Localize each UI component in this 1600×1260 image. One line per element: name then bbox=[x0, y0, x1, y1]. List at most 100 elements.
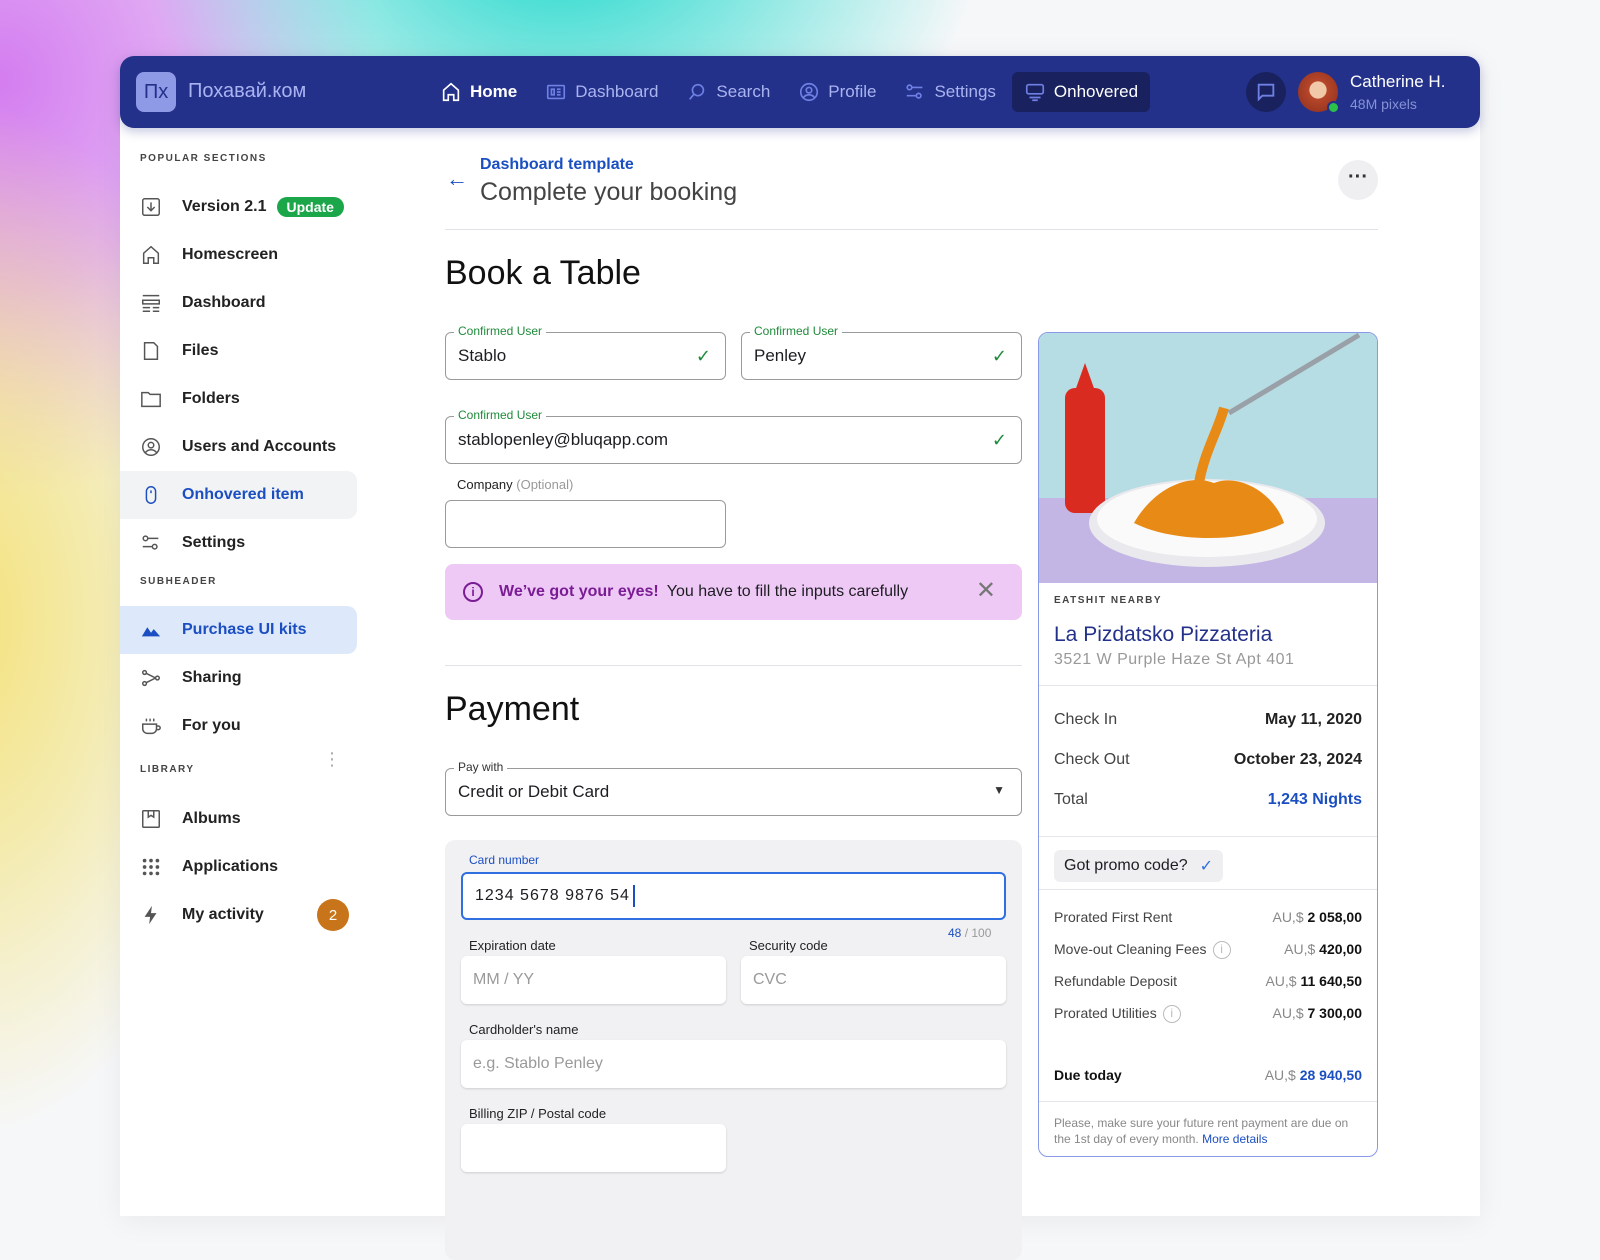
security-code-input[interactable]: CVC bbox=[741, 956, 1006, 1004]
sidebar-item-settings[interactable]: Settings bbox=[120, 519, 357, 567]
activity-count-badge: 2 bbox=[317, 899, 349, 931]
main-nav: Home Dashboard Search Profile Settings O… bbox=[428, 72, 1151, 112]
field-label: Confirmed User bbox=[454, 324, 547, 338]
fee-amount: 7 300,00 bbox=[1307, 1005, 1363, 1021]
home-icon bbox=[142, 245, 160, 264]
divider bbox=[445, 665, 1022, 666]
sidebar-item-files[interactable]: Files bbox=[120, 327, 357, 375]
first-name-field[interactable]: Confirmed User Stablo ✓ bbox=[445, 324, 726, 380]
user-circle-icon bbox=[142, 438, 160, 456]
monitor-icon bbox=[1025, 83, 1044, 102]
expiration-input[interactable]: MM / YY bbox=[461, 956, 726, 1004]
update-badge[interactable]: Update bbox=[276, 197, 344, 217]
sidebar-item-label: Applications bbox=[182, 858, 279, 875]
mouse-icon bbox=[145, 486, 157, 504]
divider bbox=[1039, 1101, 1377, 1102]
info-alert: i We’ve got your eyes! You have to fill … bbox=[445, 564, 1022, 620]
check-in-row: Check In May 11, 2020 bbox=[1054, 711, 1362, 729]
field-value: 1234 5678 9876 54 bbox=[475, 887, 630, 904]
alert-title: We’ve got your eyes! bbox=[499, 583, 659, 600]
sidebar-item-homescreen[interactable]: Homescreen bbox=[120, 231, 357, 279]
sidebar-item-for-you[interactable]: For you bbox=[120, 702, 357, 750]
check-icon: ✓ bbox=[991, 346, 1007, 366]
card-number-label: Card number bbox=[469, 853, 540, 867]
sidebar-item-sharing[interactable]: Sharing bbox=[120, 654, 357, 702]
field-label: Pay with bbox=[454, 760, 508, 774]
library-more-icon[interactable]: ⋮ bbox=[323, 750, 341, 768]
restaurant-address: 3521 W Purple Haze St Apt 401 bbox=[1054, 651, 1295, 668]
fee-row: Prorated Utilities i AU,$ 7 300,00 bbox=[1054, 1005, 1363, 1024]
info-icon[interactable]: i bbox=[1162, 1005, 1181, 1024]
cardholder-label: Cardholder's name bbox=[469, 1022, 579, 1037]
nav-search[interactable]: Search bbox=[674, 72, 782, 112]
chat-button[interactable] bbox=[1246, 72, 1286, 112]
fee-currency: AU,$ bbox=[1265, 973, 1297, 989]
zip-input[interactable] bbox=[461, 1124, 726, 1172]
field-value: stablopenley@bluqapp.com bbox=[458, 430, 669, 449]
file-icon bbox=[143, 342, 159, 360]
sidebar-item-label: Onhovered item bbox=[182, 486, 304, 503]
nav-label: Settings bbox=[934, 82, 996, 101]
promo-code-chip[interactable]: Got promo code? ✓ bbox=[1054, 850, 1224, 882]
due-today-row: Due today AU,$ 28 940,50 bbox=[1054, 1067, 1362, 1083]
fee-amount: 420,00 bbox=[1319, 941, 1362, 957]
nav-home[interactable]: Home bbox=[428, 72, 529, 112]
last-name-field[interactable]: Confirmed User Penley ✓ bbox=[741, 324, 1022, 380]
sidebar-item-users[interactable]: Users and Accounts bbox=[120, 423, 357, 471]
online-status-dot bbox=[1327, 101, 1340, 114]
section-title: POPULAR SECTIONS bbox=[140, 153, 267, 164]
cardholder-input[interactable]: e.g. Stablo Penley bbox=[461, 1040, 1006, 1088]
pay-with-select[interactable]: Pay with Credit or Debit Card ▼ bbox=[445, 760, 1022, 816]
sidebar-item-label: Users and Accounts bbox=[182, 438, 337, 455]
row-label: Check Out bbox=[1054, 751, 1130, 768]
total-row: Total 1,243 Nights bbox=[1054, 791, 1362, 809]
sidebar-item-label: Version 2.1 bbox=[182, 198, 267, 215]
restaurant-name[interactable]: La Pizdatsko Pizzateria bbox=[1054, 623, 1272, 647]
check-icon: ✓ bbox=[695, 346, 711, 366]
avatar[interactable] bbox=[1298, 72, 1340, 114]
nav-label: Search bbox=[716, 82, 771, 101]
nav-label: Dashboard bbox=[575, 82, 659, 101]
more-details-link[interactable]: More details bbox=[1202, 1132, 1267, 1146]
nav-settings[interactable]: Settings bbox=[892, 72, 1007, 112]
sidebar-item-applications[interactable]: Applications bbox=[120, 843, 357, 891]
fee-row: Move-out Cleaning Fees i AU,$ 420,00 bbox=[1054, 941, 1362, 960]
sidebar-item-activity[interactable]: My activity 2 bbox=[120, 891, 357, 939]
close-icon[interactable]: ✕ bbox=[976, 576, 996, 605]
sidebar-item-purchase[interactable]: Purchase UI kits bbox=[120, 606, 357, 654]
sidebar-item-version[interactable]: Version 2.1 Update bbox=[120, 183, 357, 231]
fee-label: Move-out Cleaning Fees bbox=[1054, 941, 1207, 957]
nav-label: Onhovered bbox=[1053, 82, 1139, 101]
row-value: May 11, 2020 bbox=[1265, 711, 1362, 728]
logo[interactable]: Пх bbox=[136, 72, 176, 112]
nav-dashboard[interactable]: Dashboard bbox=[533, 72, 670, 112]
nav-onhovered[interactable]: Onhovered bbox=[1011, 72, 1151, 112]
fee-label: Due today bbox=[1054, 1067, 1122, 1083]
company-input[interactable] bbox=[445, 500, 726, 548]
back-arrow-icon[interactable]: ← bbox=[446, 166, 468, 192]
info-icon: i bbox=[463, 582, 483, 602]
sidebar-item-label: Dashboard bbox=[182, 294, 266, 311]
more-options-button[interactable]: ··· bbox=[1338, 160, 1378, 200]
sidebar-item-folders[interactable]: Folders bbox=[120, 375, 357, 423]
brand-name[interactable]: Похавай.ком bbox=[188, 80, 306, 103]
field-label: Confirmed User bbox=[750, 324, 843, 338]
sidebar-item-dashboard[interactable]: Dashboard bbox=[120, 279, 357, 327]
fee-row: Prorated First Rent AU,$ 2 058,00 bbox=[1054, 909, 1362, 925]
breadcrumb[interactable]: Dashboard template bbox=[480, 156, 634, 174]
card-number-input[interactable]: 1234 5678 9876 54 bbox=[461, 872, 1006, 920]
user-name: Catherine H. bbox=[1350, 72, 1446, 91]
zip-label: Billing ZIP / Postal code bbox=[469, 1106, 607, 1121]
nav-profile[interactable]: Profile bbox=[786, 72, 888, 112]
sidebar-item-label: Purchase UI kits bbox=[182, 621, 307, 638]
sidebar-item-label: For you bbox=[182, 717, 241, 734]
sidebar-item-label: Albums bbox=[182, 810, 241, 827]
email-field[interactable]: Confirmed User stablopenley@bluqapp.com ✓ bbox=[445, 408, 1022, 464]
field-value: Penley bbox=[754, 346, 806, 365]
row-label: Total bbox=[1054, 791, 1088, 808]
info-icon[interactable]: i bbox=[1212, 941, 1231, 960]
sidebar-item-onhovered[interactable]: Onhovered item bbox=[120, 471, 357, 519]
sidebar-item-albums[interactable]: Albums bbox=[120, 795, 357, 843]
cup-icon bbox=[142, 718, 161, 735]
sidebar-item-label: Folders bbox=[182, 390, 240, 407]
